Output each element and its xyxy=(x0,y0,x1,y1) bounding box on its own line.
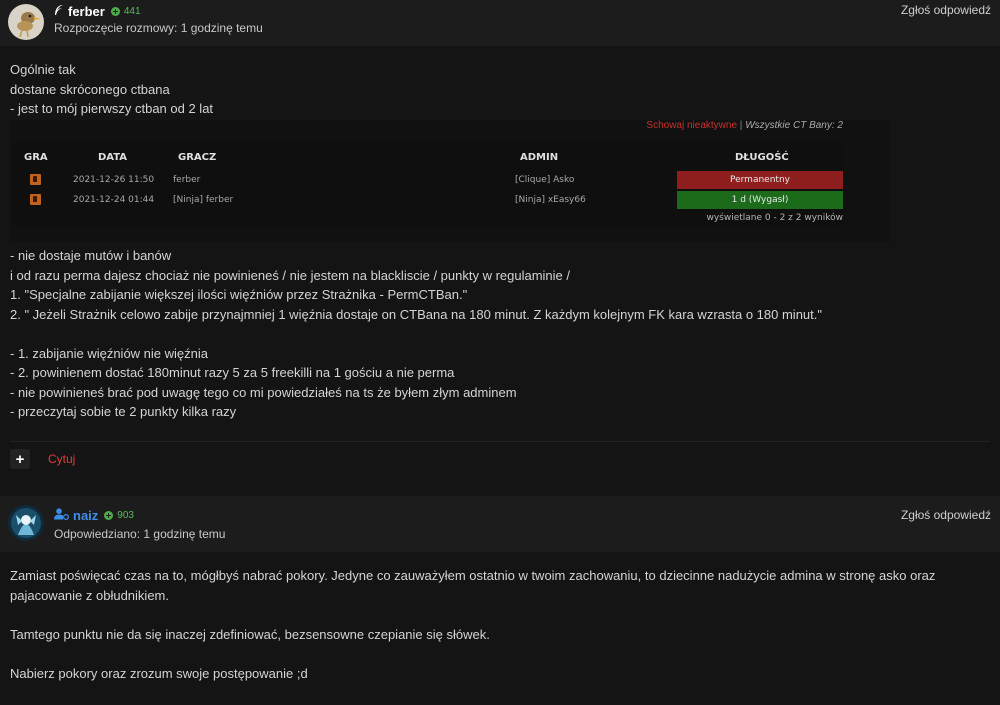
ban-admin: [Ninja] xEasy66 xyxy=(515,195,586,205)
ban-player: [Ninja] ferber xyxy=(173,195,234,205)
post-body: Zamiast poświęcać czas na to, mógłbyś na… xyxy=(10,566,985,683)
ban-length: Permanentny xyxy=(677,171,843,189)
post-header: naiz 903 Odpowiedziano: 1 godzinę temu Z… xyxy=(0,496,1000,542)
author-name[interactable]: ferber xyxy=(68,4,105,19)
post-ferber: ferber 441 Rozpoczęcie rozmowy: 1 godzin… xyxy=(0,0,1000,484)
ban-admin: [Clique] Asko xyxy=(515,175,575,185)
post-paragraph: Zamiast poświęcać czas na to, mógłbyś na… xyxy=(10,568,936,603)
add-reaction-button[interactable]: + xyxy=(10,449,30,469)
post-intro: Ogólnie tak dostane skróconego ctbana - … xyxy=(10,60,213,119)
ban-date: 2021-12-24 01:44 xyxy=(73,195,155,205)
author-name[interactable]: naiz xyxy=(73,508,98,523)
post-paragraph: Nabierz pokory oraz zrozum swoje postępo… xyxy=(10,665,308,681)
column-header-length: DŁUGOŚĆ xyxy=(735,152,789,163)
post-line: - nie powinieneś brać pod uwagę tego co … xyxy=(10,384,517,400)
ban-player: ferber xyxy=(173,175,201,185)
reputation-count: 903 xyxy=(117,509,134,521)
quote-button[interactable]: Cytuj xyxy=(48,452,75,466)
post-body: - nie dostaje mutów i banów i od razu pe… xyxy=(10,246,822,422)
results-count: wyświetlane 0 - 2 z 2 wyników xyxy=(706,213,843,223)
divider xyxy=(10,441,990,442)
column-header-player: GRACZ xyxy=(178,152,217,163)
hide-inactive-link: Schowaj nieaktywne xyxy=(646,120,738,131)
bird-avatar-icon[interactable] xyxy=(8,4,44,40)
post-line: dostane skróconego ctbana xyxy=(10,81,170,97)
ctban-screenshot: Schowaj nieaktywne | Wszystkie CT Bany: … xyxy=(10,120,890,242)
report-reply-link[interactable]: Zgłoś odpowiedź xyxy=(901,508,991,522)
post-line: 1. "Specjalne zabijanie większej ilości … xyxy=(10,287,468,302)
post-line: i od razu perma dajesz chociaż nie powin… xyxy=(10,267,571,283)
header-extension xyxy=(0,542,1000,552)
ctban-filter-bar: Schowaj nieaktywne | Wszystkie CT Bany: … xyxy=(646,120,843,131)
author-line: ferber 441 xyxy=(54,3,141,19)
table-row: 2021-12-26 11:50 ferber [Clique] Asko Pe… xyxy=(12,171,843,189)
post-line: - przeczytaj sobie te 2 punkty kilka raz… xyxy=(10,404,237,419)
character-avatar-icon[interactable] xyxy=(8,505,44,541)
table-row: 2021-12-24 01:44 [Ninja] ferber [Ninja] … xyxy=(12,191,843,209)
post-line: 2. " Jeżeli Strażnik celowo zabije przyn… xyxy=(10,306,822,322)
author-line: naiz 903 xyxy=(54,507,134,523)
post-line: - nie dostaje mutów i banów xyxy=(10,248,172,263)
post-line: Ogólnie tak xyxy=(10,62,76,77)
feather-icon xyxy=(54,4,64,19)
column-header-game: GRA xyxy=(24,152,48,163)
post-timestamp: Rozpoczęcie rozmowy: 1 godzinę temu xyxy=(54,21,263,35)
cs-game-icon xyxy=(30,174,41,185)
post-header: ferber 441 Rozpoczęcie rozmowy: 1 godzin… xyxy=(0,0,1000,46)
reputation-count: 441 xyxy=(123,5,141,17)
post-timestamp: Odpowiedziano: 1 godzinę temu xyxy=(54,527,226,541)
post-line: - 2. powinienem dostać 180minut razy 5 z… xyxy=(10,365,455,380)
post-line: - 1. zabijanie więźniów nie więźnia xyxy=(10,345,208,361)
report-reply-link[interactable]: Zgłoś odpowiedź xyxy=(901,3,991,17)
post-line: - jest to mój pierwszy ctban od 2 lat xyxy=(10,101,214,116)
column-header-admin: ADMIN xyxy=(520,152,559,163)
ban-date: 2021-12-26 11:50 xyxy=(73,175,155,185)
cs-game-icon xyxy=(30,194,41,205)
column-header-date: DATA xyxy=(98,152,128,163)
plus-circle-icon xyxy=(104,510,114,520)
ban-length: 1 d (Wygasł) xyxy=(677,191,843,209)
plus-circle-icon xyxy=(110,6,120,16)
post-paragraph: Tamtego punktu nie da się inaczej zdefin… xyxy=(10,626,490,642)
all-bans-link: Wszystkie CT Bany: 2 xyxy=(745,120,843,131)
user-cog-icon xyxy=(54,507,70,523)
post-naiz: naiz 903 Odpowiedziano: 1 godzinę temu Z… xyxy=(0,496,1000,705)
